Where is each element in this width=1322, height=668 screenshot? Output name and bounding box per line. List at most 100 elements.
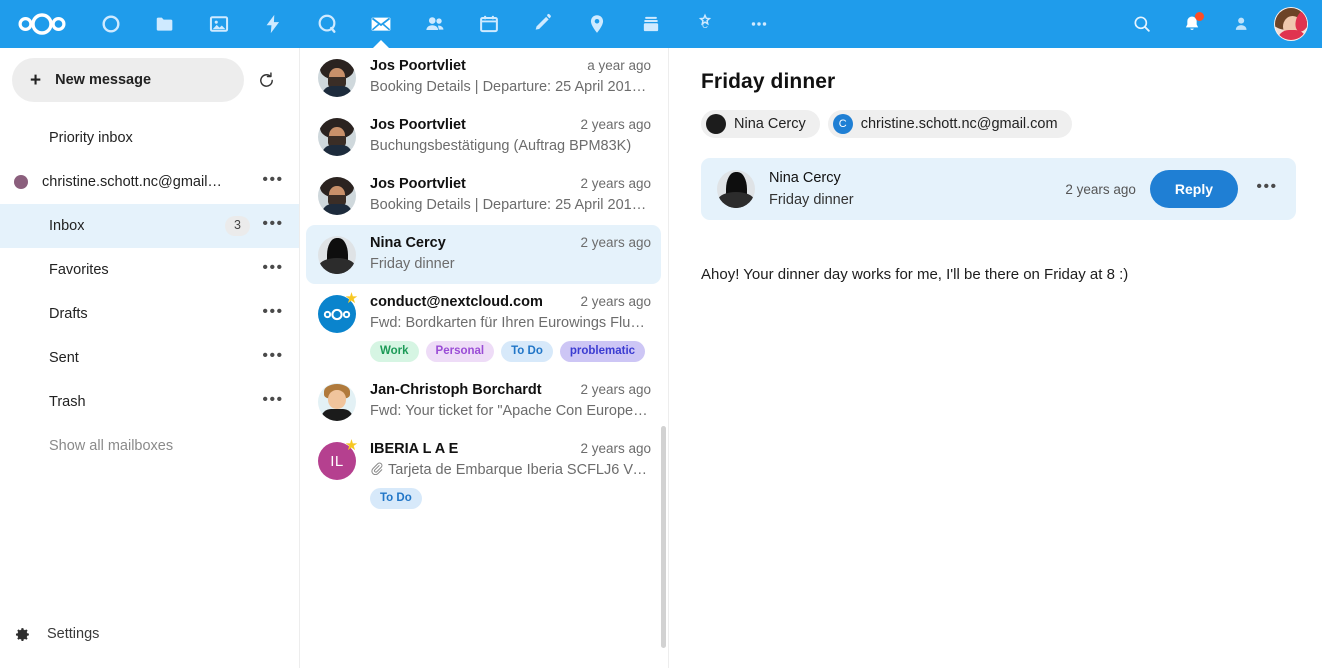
message-header-actions: 2 years ago Reply ••• [1065,170,1282,208]
message-avatar [318,177,356,215]
nav-notes[interactable] [516,0,570,48]
message-subject-text: Booking Details | Departure: 25 April 20… [370,197,651,213]
message-date: 2 years ago [580,176,651,191]
nav-cospend[interactable]: C [678,0,732,48]
message-list-scrollbar[interactable] [661,426,666,648]
contacts-menu-button[interactable] [1220,2,1264,46]
message-list-item[interactable]: Jos Poortvliet2 years agoBuchungsbestäti… [306,107,661,166]
message-subject-text: Fwd: Your ticket for "Apache Con Europe … [370,403,651,419]
jos-poortvliet-avatar [318,177,356,215]
message-avatar [318,118,356,156]
avatar-shadow [718,192,754,208]
message-list[interactable]: Jos Poortvlieta year agoBooking Details … [300,48,669,668]
message-list-item[interactable]: Nina Cercy2 years agoFriday dinner [306,225,661,284]
unread-count-badge: 3 [225,216,250,236]
nav-more-apps[interactable] [732,0,786,48]
new-message-button[interactable]: + New message [12,58,244,102]
nav-activity[interactable] [246,0,300,48]
sidebar-item-menu-button[interactable]: ••• [258,387,288,417]
top-app-bar: C [0,0,1322,48]
star-icon[interactable]: ★ [344,291,359,306]
nav-mail[interactable] [354,0,408,48]
nav-calendar[interactable] [462,0,516,48]
message-header-card[interactable]: Nina Cercy Friday dinner 2 years ago Rep… [701,158,1296,220]
message-sender-name: IBERIA L A E [370,441,572,457]
message-item-header: Jos Poortvliet 2 years ago [370,176,651,192]
nav-files[interactable] [138,0,192,48]
nav-talk[interactable] [300,0,354,48]
sidebar-item-show-all-mailboxes[interactable]: Show all mailboxes [0,424,300,468]
nav-contacts[interactable] [408,0,462,48]
message-body: Ahoy! Your dinner day works for me, I'll… [701,264,1296,287]
settings-button[interactable]: Settings [0,614,300,654]
sidebar-item-trash[interactable]: Trash••• [0,380,300,424]
jos-poortvliet-avatar [318,59,356,97]
participant-chip[interactable]: Cchristine.schott.nc@gmail.com [828,110,1072,138]
participant-chip[interactable]: Nina Cercy [701,110,820,138]
sidebar-item-drafts[interactable]: Drafts••• [0,292,300,336]
thread-subject: Friday dinner [701,70,1296,94]
sidebar-item-label: christine.schott.nc@gmail… [42,174,222,190]
search-button[interactable] [1120,2,1164,46]
message-sender-name: Jos Poortvliet [370,117,572,133]
message-tag[interactable]: To Do [501,341,553,362]
nav-dashboard[interactable] [84,0,138,48]
notifications-button[interactable] [1170,2,1214,46]
message-tag[interactable]: To Do [370,488,422,509]
user-avatar[interactable] [1274,7,1308,41]
message-tag[interactable]: Work [370,341,419,362]
message-avatar [318,236,356,274]
mail-icon [369,12,393,36]
talk-icon [316,13,338,35]
sender-avatar [717,170,755,208]
message-tag[interactable]: problematic [560,341,645,362]
message-list-item[interactable]: ★ conduct@nextcloud.com2 years agoFwd: Bo… [306,284,661,372]
sidebar-item-menu-button[interactable]: ••• [258,299,288,329]
message-item-header: Jos Poortvlieta year ago [370,58,651,74]
nextcloud-logo[interactable] [0,13,84,35]
participant-name: Nina Cercy [734,116,806,132]
message-item-body: Nina Cercy2 years agoFriday dinner [370,235,651,272]
nina-cercy-avatar [318,236,356,274]
cospend-icon: C [694,13,716,35]
message-date: 2 years ago [580,382,651,397]
message-list-item[interactable]: IL★IBERIA L A E2 years agoTarjeta de Emb… [306,431,661,519]
sidebar-item-menu-button[interactable]: ••• [258,343,288,373]
message-item-header: Jos Poortvliet2 years ago [370,117,651,133]
app-navigation: C [84,0,786,48]
sidebar-item-sent[interactable]: Sent••• [0,336,300,380]
notification-badge [1195,12,1204,21]
message-sender-name: Jos Poortvliet [370,176,572,192]
message-item-body: IBERIA L A E2 years agoTarjeta de Embarq… [370,441,651,509]
sidebar-item-christine-schott-nc-gmail[interactable]: christine.schott.nc@gmail… ••• [0,160,300,204]
star-icon[interactable]: ★ [344,438,359,453]
message-item-body: conduct@nextcloud.com2 years agoFwd: Bor… [370,294,651,362]
more-apps-icon [748,13,770,35]
message-more-actions-button[interactable]: ••• [1252,174,1282,204]
sidebar-item-menu-button[interactable]: ••• [258,211,288,241]
sidebar-item-menu-button[interactable]: ••• [258,167,288,197]
nav-photos[interactable] [192,0,246,48]
sidebar-item-priority-inbox[interactable]: Priority inbox [0,116,300,160]
sidebar-bottom: Settings [0,614,300,668]
message-list-item[interactable]: Jos Poortvliet 2 years ago Booking Details… [306,166,661,225]
message-tag[interactable]: Personal [426,341,495,362]
sidebar-item-inbox[interactable]: Inbox3••• [0,204,300,248]
sidebar-item-menu-button[interactable]: ••• [258,255,288,285]
message-date: a year ago [587,58,651,73]
contacts-icon [424,13,446,35]
sidebar-item-favorites[interactable]: Favorites••• [0,248,300,292]
reply-button[interactable]: Reply [1150,170,1238,208]
message-list-item[interactable]: Jos Poortvlieta year agoBooking Details … [306,48,661,107]
refresh-button[interactable] [244,58,288,102]
main-area: + New message Priority inbox christine.sc… [0,48,1322,668]
nav-deck[interactable] [624,0,678,48]
nav-maps[interactable] [570,0,624,48]
sidebar-item-label: Priority inbox [49,130,133,146]
message-subject-line: Tarjeta de Embarque Iberia SCFLJ6 Vu… [370,462,651,478]
message-subject-line: Friday dinner [370,256,651,272]
message-item-body: Jos Poortvliet 2 years ago Booking Details… [370,176,651,213]
message-list-item[interactable]: Jan-Christoph Borchardt2 years agoFwd: Y… [306,372,661,431]
search-icon [1132,14,1152,34]
participant-avatar: C [833,114,853,134]
